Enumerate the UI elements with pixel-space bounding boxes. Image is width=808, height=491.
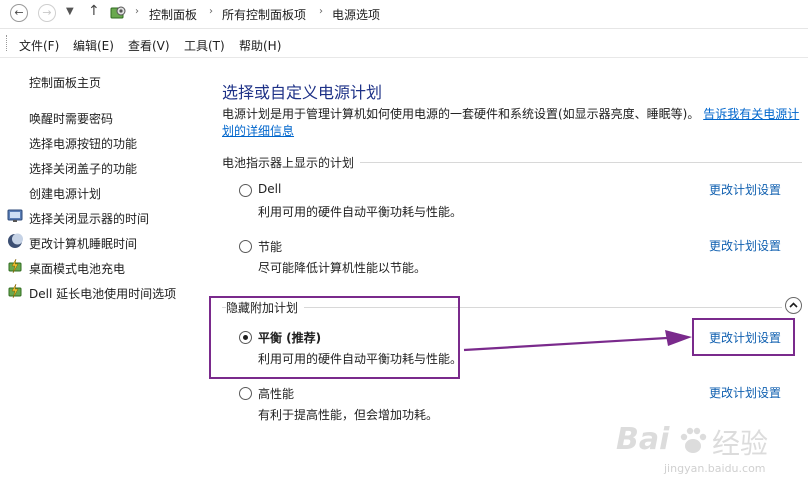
sidebar-item-display-off[interactable]: 选择关闭显示器的时间 xyxy=(29,210,149,227)
watermark-suffix: 经验 xyxy=(712,427,769,460)
monitor-icon xyxy=(7,209,23,222)
up-arrow-icon[interactable]: ↑ xyxy=(88,3,100,19)
breadcrumb-control-panel[interactable]: 控制面板 xyxy=(149,6,197,23)
control-panel-icon xyxy=(110,6,126,19)
plan-desc-power-saver: 尽可能降低计算机性能以节能。 xyxy=(258,261,427,275)
paw-icon xyxy=(680,427,707,453)
menu-bar: 文件(F) 编辑(E) 查看(V) 工具(T) 帮助(H) xyxy=(0,29,808,58)
plan-name-dell[interactable]: Dell xyxy=(258,182,281,196)
sidebar-item-power-button[interactable]: 选择电源按钮的功能 xyxy=(29,135,137,152)
collapse-chevron-up-icon[interactable] xyxy=(785,297,802,314)
plan-name-high-performance[interactable]: 高性能 xyxy=(258,385,294,402)
baidu-watermark: Bai 经验 jingyan.baidu.com xyxy=(612,420,802,482)
breadcrumb-separator-icon: › xyxy=(135,6,139,17)
breadcrumb-power-options[interactable]: 电源选项 xyxy=(332,6,380,23)
battery-section-label: 电池指示器上显示的计划 xyxy=(222,154,361,171)
change-plan-settings-power-saver[interactable]: 更改计划设置 xyxy=(709,237,781,254)
breadcrumb-separator-icon: › xyxy=(209,6,213,17)
battery-icon xyxy=(8,283,22,299)
sidebar-item-wake-password[interactable]: 唤醒时需要密码 xyxy=(29,110,113,127)
plan-radio-power-saver[interactable] xyxy=(239,240,252,253)
menu-help[interactable]: 帮助(H) xyxy=(239,37,281,54)
annotation-arrow-icon xyxy=(463,330,692,352)
annotation-highlight-box xyxy=(209,296,460,379)
sidebar-item-lid-close[interactable]: 选择关闭盖子的功能 xyxy=(29,160,137,177)
plan-name-power-saver[interactable]: 节能 xyxy=(258,238,282,255)
recent-locations-chevron-icon[interactable]: ▼ xyxy=(66,6,74,17)
plan-radio-high-performance[interactable] xyxy=(239,387,252,400)
annotation-highlight-box xyxy=(692,318,795,356)
sidebar-home[interactable]: 控制面板主页 xyxy=(29,74,101,91)
battery-icon xyxy=(8,258,22,274)
plan-desc-high-performance: 有利于提高性能，但会增加功耗。 xyxy=(258,408,439,422)
moon-icon xyxy=(8,233,23,248)
watermark-url: jingyan.baidu.com xyxy=(664,462,766,475)
sidebar-item-sleep-time[interactable]: 更改计算机睡眠时间 xyxy=(29,235,137,252)
sidebar-item-create-plan[interactable]: 创建电源计划 xyxy=(29,185,101,202)
sidebar-item-dell-battery[interactable]: Dell 延长电池使用时间选项 xyxy=(29,285,176,302)
address-bar: ← → ▼ ↑ › 控制面板 › 所有控制面板项 › 电源选项 xyxy=(0,0,808,29)
plan-description-text: 电源计划是用于管理计算机如何使用电源的一套硬件和系统设置(如显示器亮度、睡眠等)… xyxy=(222,107,700,121)
change-plan-settings-dell[interactable]: 更改计划设置 xyxy=(709,181,781,198)
watermark-brand: Bai xyxy=(616,422,670,457)
plan-description: 电源计划是用于管理计算机如何使用电源的一套硬件和系统设置(如显示器亮度、睡眠等)… xyxy=(222,106,802,140)
plan-radio-dell[interactable] xyxy=(239,184,252,197)
menu-edit[interactable]: 编辑(E) xyxy=(73,37,114,54)
back-arrow-icon[interactable]: ← xyxy=(10,4,28,22)
menu-file[interactable]: 文件(F) xyxy=(19,37,59,54)
plan-desc-dell: 利用可用的硬件自动平衡功耗与性能。 xyxy=(258,205,463,219)
menu-tools[interactable]: 工具(T) xyxy=(184,37,225,54)
sidebar-item-desktop-charging[interactable]: 桌面模式电池充电 xyxy=(29,260,125,277)
menu-grip xyxy=(6,35,9,51)
breadcrumb-separator-icon: › xyxy=(319,6,323,17)
change-plan-settings-high-performance[interactable]: 更改计划设置 xyxy=(709,384,781,401)
page-title: 选择或自定义电源计划 xyxy=(222,83,383,102)
forward-arrow-icon[interactable]: → xyxy=(38,4,56,22)
menu-view[interactable]: 查看(V) xyxy=(128,37,170,54)
breadcrumb-all-items[interactable]: 所有控制面板项 xyxy=(222,6,306,23)
